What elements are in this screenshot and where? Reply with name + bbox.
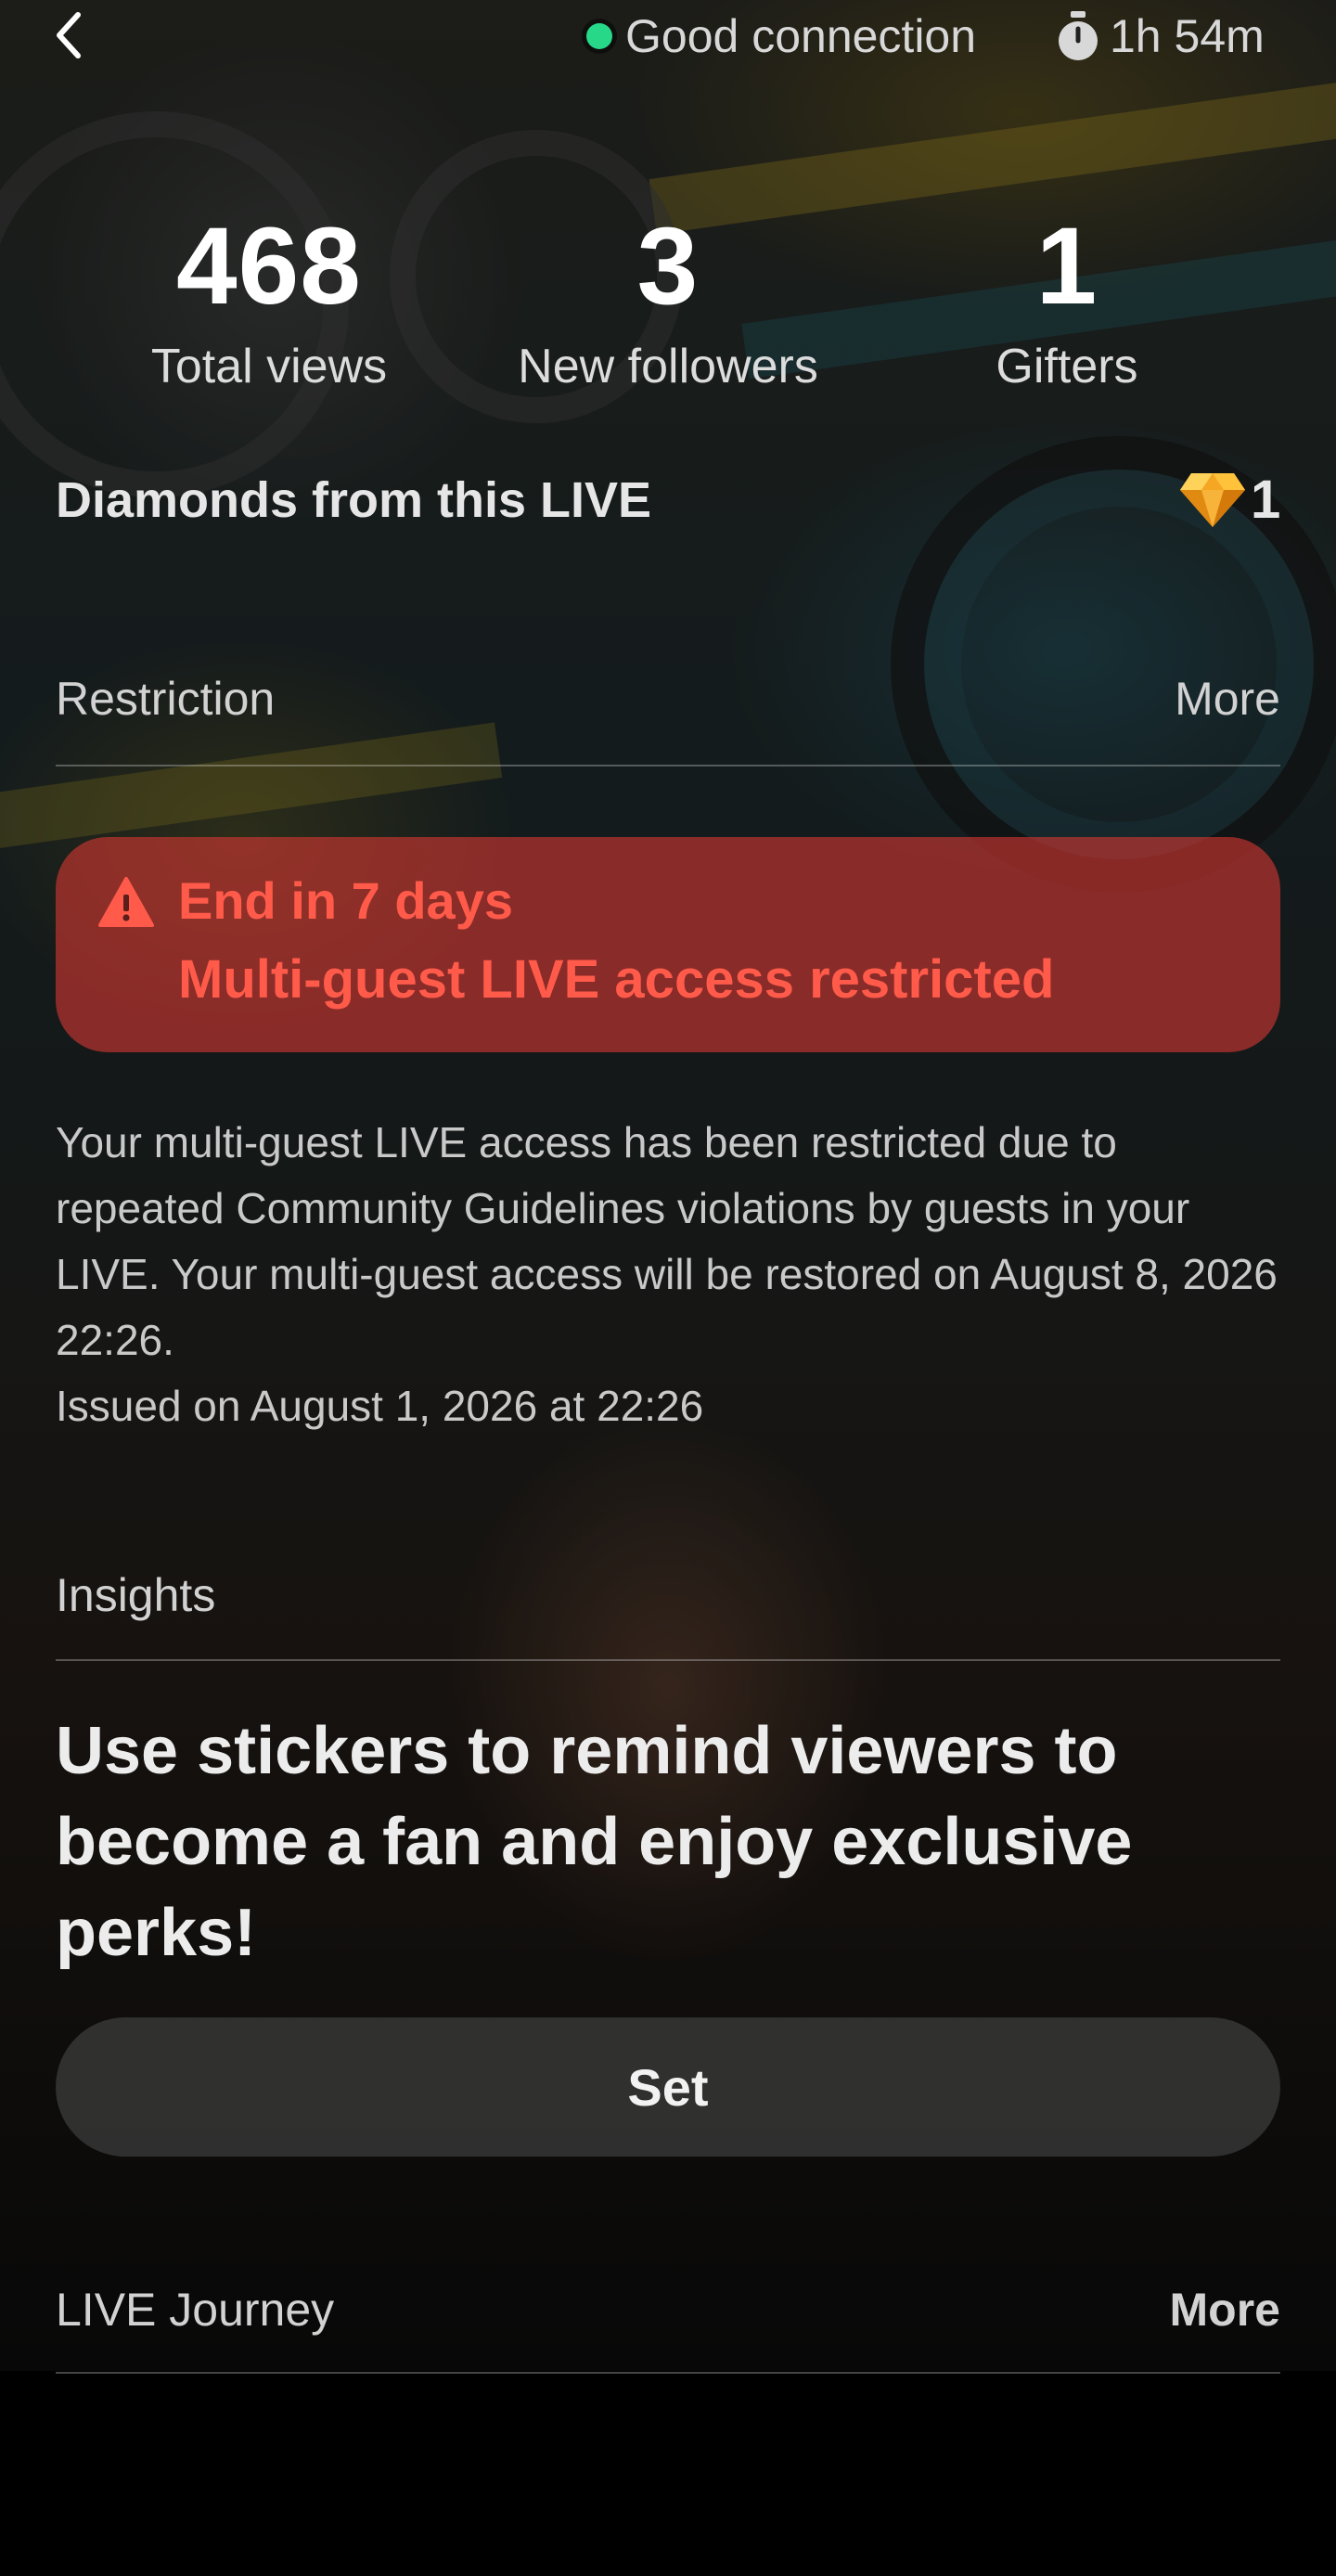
restriction-issued-date: Issued on August 1, 2026 at 22:26	[56, 1382, 704, 1430]
duration-text: 1h 54m	[1110, 10, 1265, 62]
restriction-header: Restriction More	[56, 672, 1280, 726]
insights-headline: Use stickers to remind viewers to become…	[56, 1714, 1133, 1970]
connection-dot-icon	[586, 23, 612, 49]
divider	[56, 1659, 1280, 1661]
chevron-left-icon	[57, 12, 81, 58]
stat-total-views: 468 Total views	[65, 206, 473, 399]
connection-text: Good connection	[625, 10, 977, 62]
insights-title: Insights	[56, 1569, 216, 1621]
back-button[interactable]	[48, 6, 89, 65]
diamonds-value: 1	[1251, 470, 1281, 530]
diamonds-title: Diamonds from this LIVE	[56, 472, 652, 528]
restriction-more-link[interactable]: More	[1175, 672, 1280, 726]
divider	[56, 765, 1280, 766]
stat-label: New followers	[518, 340, 818, 393]
stat-value: 468	[176, 205, 362, 328]
live-duration: 1h 54m	[1056, 4, 1265, 69]
divider	[56, 2372, 1280, 2374]
insights-header: Insights	[56, 1568, 1280, 1622]
restriction-description: Your multi-guest LIVE access has been re…	[56, 1118, 1278, 1364]
live-journey-title: LIVE Journey	[56, 2284, 335, 2336]
restriction-alert: End in 7 days Multi-guest LIVE access re…	[56, 837, 1280, 1052]
set-button[interactable]: Set	[56, 2017, 1280, 2157]
restriction-end-text: End in 7 days	[178, 871, 513, 930]
stat-gifters: 1 Gifters	[863, 206, 1271, 399]
stat-value: 3	[636, 205, 700, 328]
stat-label: Gifters	[996, 340, 1138, 393]
diamond-icon	[1180, 472, 1245, 527]
restriction-type-text: Multi-guest LIVE access restricted	[178, 949, 1055, 1010]
live-journey-header: LIVE Journey More	[56, 2283, 1280, 2337]
stat-new-followers: 3 New followers	[464, 206, 872, 399]
stopwatch-icon	[1059, 11, 1098, 60]
diamonds-count: 1	[1178, 469, 1280, 531]
connection-status: Good connection	[586, 4, 976, 69]
stat-value: 1	[1035, 205, 1098, 328]
live-journey-more-link[interactable]: More	[1170, 2283, 1280, 2337]
stat-label: Total views	[150, 340, 388, 393]
warning-icon	[98, 877, 154, 927]
restriction-title: Restriction	[56, 673, 276, 725]
